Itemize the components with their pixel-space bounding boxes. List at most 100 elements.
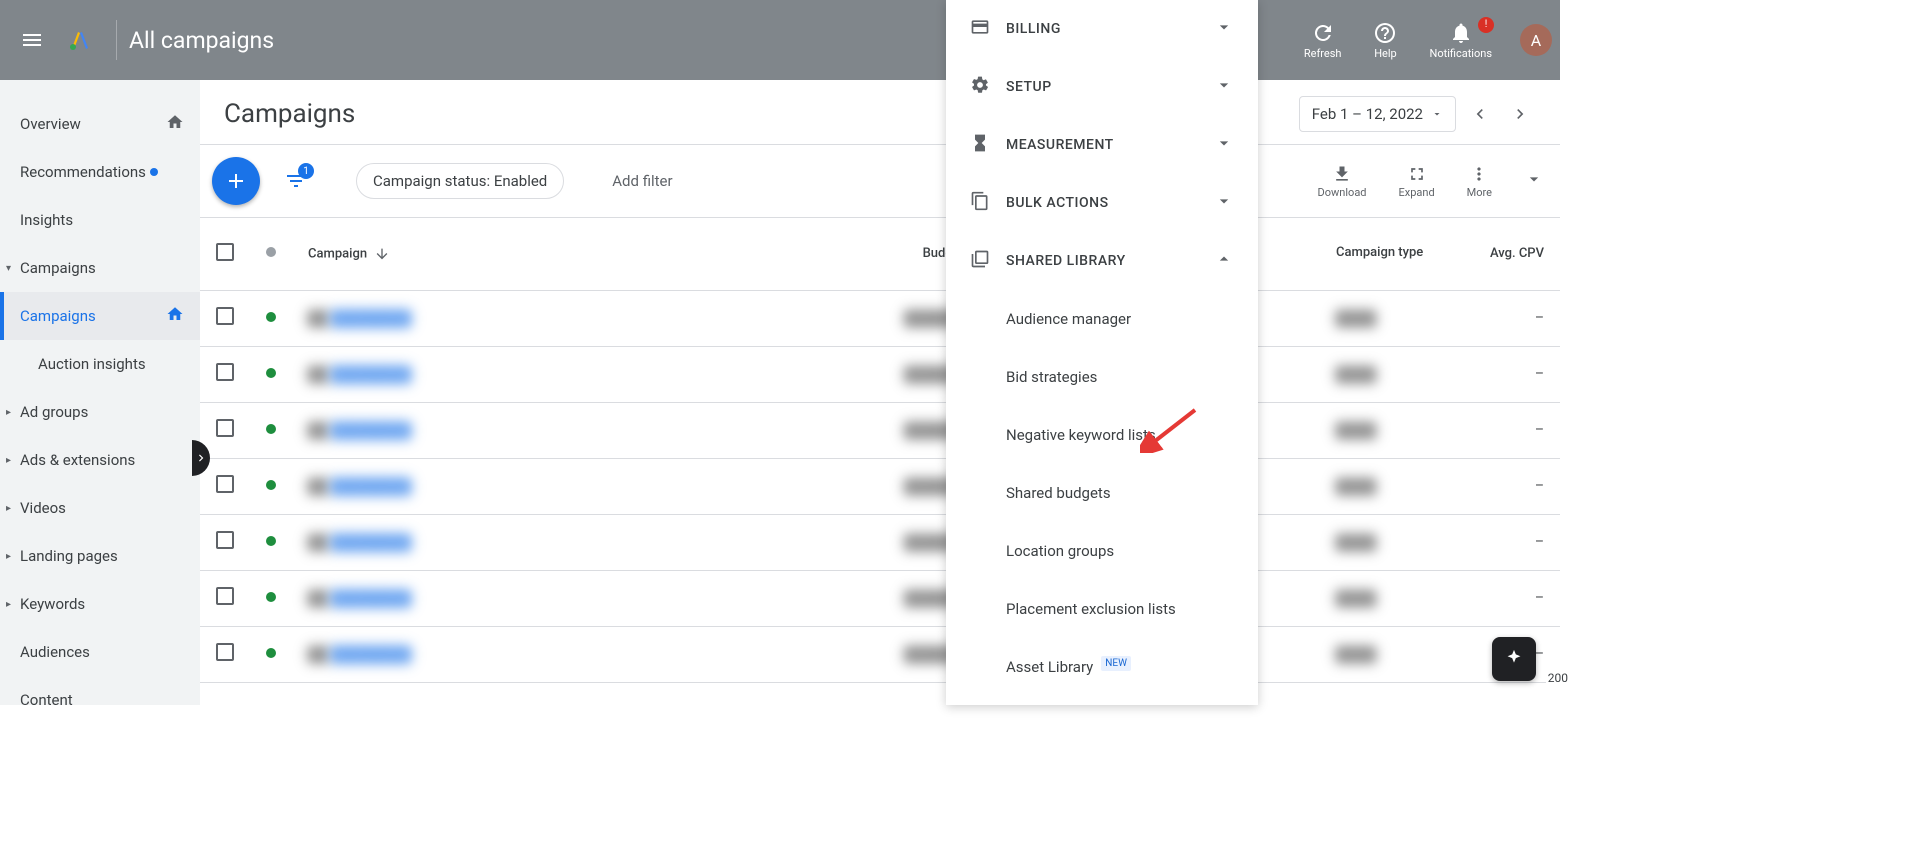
sidebar-item-landing-pages[interactable]: Landing pages — [0, 532, 200, 580]
campaign-icon-blur: ██ — [308, 591, 328, 607]
sidebar-item-audiences[interactable]: Audiences — [0, 628, 200, 676]
sidebar-item-ads-extensions[interactable]: Ads & extensions — [0, 436, 200, 484]
status-dot-icon[interactable] — [266, 424, 276, 434]
col-campaign[interactable]: Campaign — [308, 246, 367, 261]
sidebar-item-campaigns[interactable]: Campaigns — [0, 244, 200, 292]
row-checkbox[interactable] — [216, 307, 234, 325]
download-button[interactable]: Download — [1310, 164, 1375, 199]
select-all-checkbox[interactable] — [216, 243, 234, 261]
status-dot-icon[interactable] — [266, 368, 276, 378]
date-range-selector[interactable]: Feb 1 – 12, 2022 — [1299, 96, 1456, 132]
tools-section-shared-library[interactable]: SHARED LIBRARY — [946, 232, 1258, 290]
row-checkbox[interactable] — [216, 643, 234, 661]
tools-subitem-audience-manager[interactable]: Audience manager — [946, 290, 1258, 348]
status-dot-icon[interactable] — [266, 648, 276, 658]
tools-section-measurement[interactable]: MEASUREMENT — [946, 116, 1258, 174]
row-checkbox[interactable] — [216, 419, 234, 437]
tools-subitem-bid-strategies[interactable]: Bid strategies — [946, 348, 1258, 406]
table-row[interactable]: ██ ██████████████████– — [200, 514, 1560, 570]
status-dot-icon[interactable] — [266, 592, 276, 602]
tools-section-title: SHARED LIBRARY — [1006, 253, 1126, 269]
page-title: Campaigns — [224, 99, 355, 129]
campaign-icon-blur: ██ — [308, 311, 328, 327]
date-next-button[interactable] — [1504, 98, 1536, 130]
header-title: All campaigns — [129, 27, 274, 54]
help-button[interactable]: Help — [1361, 21, 1409, 60]
chevron-down-icon — [1214, 17, 1234, 41]
sidebar-item-ad-groups[interactable]: Ad groups — [0, 388, 200, 436]
campaign-type-blur: ████ — [1336, 423, 1376, 439]
menu-button[interactable] — [8, 16, 56, 64]
sidebar-item-label: Audiences — [20, 643, 90, 661]
campaign-icon-blur: ██ — [308, 479, 328, 495]
status-header-icon[interactable] — [266, 247, 276, 257]
col-campaign-type[interactable]: Campaign type — [1336, 245, 1423, 260]
sidebar-item-insights[interactable]: Insights — [0, 196, 200, 244]
date-prev-button[interactable] — [1464, 98, 1496, 130]
tools-subitem-negative-keyword-lists[interactable]: Negative keyword lists — [946, 406, 1258, 464]
campaign-name-blur: ████████ — [331, 423, 410, 439]
table-row[interactable]: ██ ██████████████████– — [200, 626, 1560, 682]
filter-chip-status[interactable]: Campaign status: Enabled — [356, 163, 564, 199]
tools-subitem-placement-exclusion-lists[interactable]: Placement exclusion lists — [946, 580, 1258, 638]
sidebar-item-videos[interactable]: Videos — [0, 484, 200, 532]
add-filter-button[interactable]: Add filter — [612, 172, 672, 190]
sidebar-item-content[interactable]: Content — [0, 676, 200, 705]
row-checkbox[interactable] — [216, 531, 234, 549]
campaign-icon-blur: ██ — [308, 423, 328, 439]
tools-subitem-location-groups[interactable]: Location groups — [946, 522, 1258, 580]
status-dot-icon[interactable] — [266, 536, 276, 546]
filter-button[interactable]: 1 — [276, 161, 316, 201]
expand-button[interactable]: Expand — [1391, 164, 1443, 199]
table-header-row: Campaign Budget Campaign type Avg. CPV — [200, 218, 1560, 290]
avg-cpv-value: – — [1535, 534, 1544, 550]
date-range-text: Feb 1 – 12, 2022 — [1312, 105, 1423, 123]
avg-cpv-value: – — [1535, 590, 1544, 606]
table-row[interactable]: ██ ██████████████████– — [200, 402, 1560, 458]
row-checkbox[interactable] — [216, 475, 234, 493]
campaign-type-blur: ████ — [1336, 311, 1376, 327]
avg-cpv-value: – — [1535, 366, 1544, 382]
toolbar-collapse-button[interactable] — [1516, 169, 1552, 193]
sidebar-item-recommendations[interactable]: Recommendations — [0, 148, 200, 196]
row-checkbox[interactable] — [216, 363, 234, 381]
table-row[interactable]: ██ ██████████████████– — [200, 458, 1560, 514]
sidebar-item-label: Recommendations — [20, 163, 146, 181]
sidebar: OverviewRecommendationsInsightsCampaigns… — [0, 80, 200, 705]
chevron-up-icon — [1214, 249, 1234, 273]
add-campaign-button[interactable] — [212, 157, 260, 205]
table-row[interactable]: ██ ██████████████████– — [200, 570, 1560, 626]
assistant-fab[interactable] — [1492, 637, 1536, 681]
sidebar-item-label: Videos — [20, 499, 66, 517]
tools-subitem-shared-budgets[interactable]: Shared budgets — [946, 464, 1258, 522]
more-button[interactable]: More — [1459, 164, 1500, 199]
sidebar-item-label: Overview — [20, 115, 81, 133]
home-icon — [166, 305, 184, 327]
tools-section-bulk-actions[interactable]: BULK ACTIONS — [946, 174, 1258, 232]
campaign-name-blur: ████████ — [331, 591, 410, 607]
sidebar-item-overview[interactable]: Overview — [0, 100, 200, 148]
app-header: All campaigns Refresh Help ! Notificatio… — [0, 0, 1560, 80]
sidebar-item-keywords[interactable]: Keywords — [0, 580, 200, 628]
status-dot-icon[interactable] — [266, 312, 276, 322]
refresh-button[interactable]: Refresh — [1292, 21, 1354, 60]
table-row[interactable]: ██ ██████████████████– — [200, 346, 1560, 402]
account-avatar[interactable]: A — [1520, 24, 1552, 56]
tools-subitem-asset-library[interactable]: Asset LibraryNEW — [946, 638, 1258, 696]
tools-section-billing[interactable]: BILLING — [946, 0, 1258, 58]
tools-section-setup[interactable]: SETUP — [946, 58, 1258, 116]
sidebar-item-campaigns[interactable]: Campaigns — [0, 292, 200, 340]
sidebar-item-auction-insights[interactable]: Auction insights — [0, 340, 200, 388]
campaign-type-blur: ████ — [1336, 367, 1376, 383]
sidebar-item-label: Landing pages — [20, 547, 118, 565]
tools-dropdown-panel: BILLINGSETUPMEASUREMENTBULK ACTIONS SHARE… — [946, 0, 1258, 705]
notifications-button[interactable]: ! Notifications — [1417, 21, 1504, 60]
main-content: Campaigns Feb 1 – 12, 2022 1 Campaign st… — [200, 80, 1560, 705]
col-avg-cpv[interactable]: Avg. CPV — [1490, 246, 1544, 261]
status-dot-icon[interactable] — [266, 480, 276, 490]
library-icon — [970, 249, 990, 273]
chevron-down-icon — [1214, 191, 1234, 215]
row-checkbox[interactable] — [216, 587, 234, 605]
table-row[interactable]: ██ ██████████████████– — [200, 290, 1560, 346]
chevron-down-icon — [1214, 75, 1234, 99]
